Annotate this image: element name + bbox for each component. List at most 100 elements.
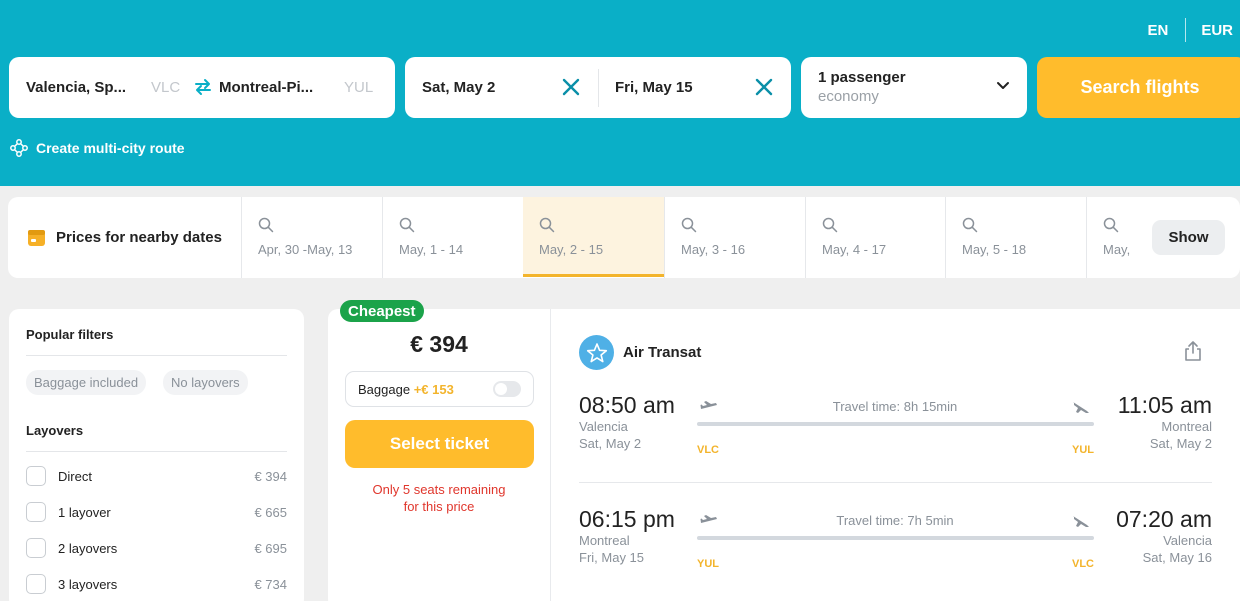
arrive-time: 11:05 am [1117, 392, 1212, 418]
baggage-price: +€ 153 [413, 382, 454, 397]
checkbox[interactable] [26, 502, 46, 522]
arrive-city: Montreal [1161, 419, 1212, 434]
nearby-date-label: May, 2 - 15 [539, 242, 604, 257]
from-airport-code: YUL [697, 558, 719, 570]
filter-chip-baggage[interactable]: Baggage included [26, 370, 147, 395]
search-flights-button[interactable]: Search flights [1037, 57, 1240, 118]
return-date-input[interactable]: Fri, May 15 [615, 79, 693, 96]
layover-price: € 665 [254, 505, 287, 520]
to-airport-code: VLC [1072, 558, 1094, 570]
clear-depart-date-icon[interactable] [561, 77, 581, 97]
origin-input[interactable]: Valencia, Sp... [26, 79, 126, 96]
outbound-leg: 08:50 am Valencia Sat, May 2 Travel time… [579, 392, 1212, 472]
search-icon [822, 217, 838, 233]
nearby-dates-title: Prices for nearby dates [27, 228, 222, 247]
layover-price: € 734 [254, 577, 287, 592]
baggage-toggle[interactable] [493, 381, 521, 397]
checkbox[interactable] [26, 538, 46, 558]
nearby-date-option[interactable]: May, 5 - 18 [945, 197, 1086, 278]
currency-button[interactable]: EUR [1201, 22, 1233, 39]
calendar-icon [28, 230, 45, 246]
layover-option-1[interactable]: 1 layover € 665 [26, 502, 287, 524]
landing-icon [1073, 402, 1089, 413]
depart-time: 08:50 am [579, 392, 675, 418]
seats-remaining-notice: Only 5 seats remaining for this price [372, 482, 506, 514]
dates-field: Sat, May 2 Fri, May 15 [405, 57, 791, 118]
layover-option-3[interactable]: 3 layovers € 734 [26, 574, 287, 596]
ticket-price: € 394 [410, 331, 468, 357]
from-airport-code: VLC [697, 444, 719, 456]
language-button[interactable]: EN [1147, 22, 1168, 39]
nearby-date-label: May, 5 - 18 [962, 242, 1027, 257]
destination-input[interactable]: Montreal-Pi... [219, 79, 313, 96]
depart-time: 06:15 pm [579, 506, 675, 532]
search-icon [399, 217, 415, 233]
layover-price: € 394 [254, 469, 287, 484]
nearby-date-label: May, 3 - 16 [681, 242, 746, 257]
nearby-dates-label: Prices for nearby dates [56, 229, 222, 246]
travel-time: Travel time: 8h 15min [832, 399, 958, 414]
arrive-city: Valencia [1163, 533, 1212, 548]
layover-option-2[interactable]: 2 layovers € 695 [26, 538, 287, 560]
airline-info: Air Transat [579, 335, 701, 370]
checkbox[interactable] [26, 466, 46, 486]
nearby-date-label: Apr, 30 -May, 13 [258, 242, 353, 257]
search-header: EN EUR Valencia, Sp... VLC Montreal-Pi..… [0, 0, 1240, 186]
passenger-count: 1 passenger [818, 69, 906, 86]
to-airport-code: YUL [1072, 444, 1094, 456]
nearby-date-option[interactable]: Apr, 30 -May, 13 [241, 197, 382, 278]
ticket-card: Cheapest € 394 Baggage +€ 153 Select tic… [328, 300, 1240, 601]
baggage-toggle-row[interactable]: Baggage +€ 153 [345, 371, 534, 407]
locale-divider [1185, 18, 1187, 42]
search-icon [258, 217, 274, 233]
depart-city: Montreal [579, 533, 630, 548]
nearby-date-option[interactable]: May, 3 - 16 [664, 197, 805, 278]
filters-divider [26, 355, 287, 356]
nearby-date-option[interactable]: May, 1 - 14 [382, 197, 523, 278]
show-button[interactable]: Show [1152, 220, 1225, 255]
air-transat-logo [579, 335, 614, 370]
layover-option-direct[interactable]: Direct € 394 [26, 466, 287, 488]
depart-date-input[interactable]: Sat, May 2 [422, 79, 495, 96]
destination-code: YUL [344, 79, 374, 96]
layover-label: 1 layover [58, 505, 111, 520]
search-icon [1103, 217, 1119, 233]
dates-divider [598, 69, 599, 107]
share-icon[interactable] [1183, 340, 1203, 362]
nearby-dates-bar: Prices for nearby dates Apr, 30 -May, 13… [8, 197, 1240, 278]
filter-chip-no-layovers[interactable]: No layovers [163, 370, 248, 395]
multi-city-link[interactable]: Create multi-city route [10, 139, 185, 157]
arrive-time: 07:20 am [1116, 506, 1212, 532]
locale-switcher: EN EUR [1147, 18, 1233, 42]
arrive-date: Sat, May 2 [1149, 436, 1212, 451]
airline-name: Air Transat [623, 344, 702, 361]
layovers-title: Layovers [26, 423, 84, 438]
return-leg: 06:15 pm Montreal Fri, May 15 Travel tim… [579, 506, 1212, 586]
multi-city-route-icon [10, 139, 28, 157]
origin-code: VLC [151, 79, 181, 96]
checkbox[interactable] [26, 574, 46, 594]
clear-return-date-icon[interactable] [754, 77, 774, 97]
chevron-down-icon [997, 82, 1009, 89]
nearby-date-option[interactable]: May, [1086, 197, 1148, 278]
depart-city: Valencia [579, 419, 628, 434]
layover-label: 2 layovers [58, 541, 118, 556]
nearby-date-option[interactable]: May, 4 - 17 [805, 197, 946, 278]
filters-panel: Popular filters Baggage included No layo… [9, 309, 304, 601]
depart-date: Sat, May 2 [579, 436, 642, 451]
nearby-date-option-selected[interactable]: May, 2 - 15 [523, 197, 664, 277]
passengers-dropdown[interactable]: 1 passenger economy [801, 57, 1027, 118]
swap-icon[interactable] [192, 76, 214, 98]
card-divider [550, 309, 551, 601]
layover-price: € 695 [254, 541, 287, 556]
search-icon [681, 217, 697, 233]
nearby-date-label: May, [1103, 242, 1131, 257]
filters-divider [26, 451, 287, 452]
nearby-date-label: May, 1 - 14 [399, 242, 464, 257]
popular-filters-title: Popular filters [26, 327, 114, 342]
landing-icon [1073, 516, 1089, 527]
travel-time: Travel time: 7h 5min [836, 513, 954, 528]
star-icon [586, 342, 607, 362]
select-ticket-button[interactable]: Select ticket [345, 420, 534, 468]
search-icon [962, 217, 978, 233]
